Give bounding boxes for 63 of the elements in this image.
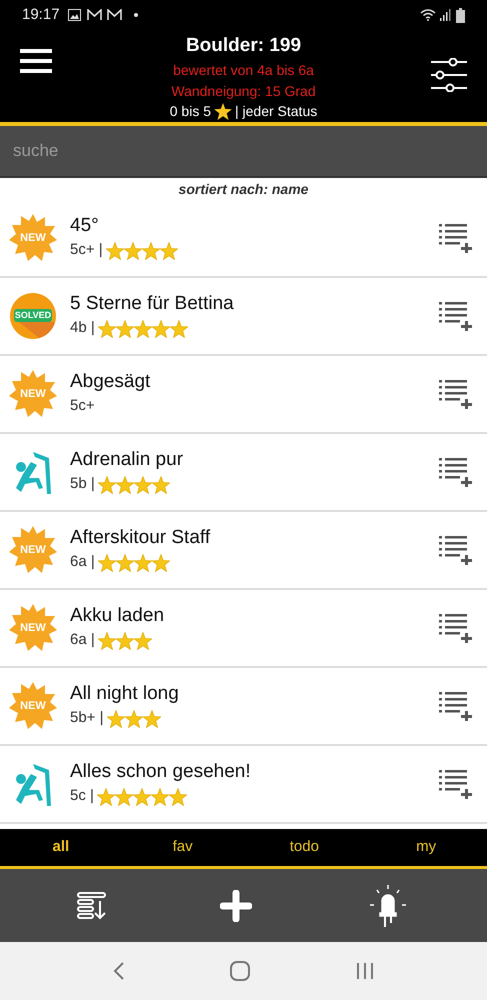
mail-icon bbox=[106, 9, 122, 21]
grade-text: 5c+ bbox=[70, 396, 95, 416]
filter-tab[interactable]: my bbox=[365, 836, 487, 859]
solved-badge-icon bbox=[9, 292, 57, 340]
status-filter-text: | jeder Status bbox=[235, 102, 318, 120]
boulder-name: All night long bbox=[70, 682, 180, 706]
stars-filter-text: 0 bis 5 bbox=[170, 102, 211, 120]
wifi-icon bbox=[420, 9, 436, 21]
mail-icon bbox=[86, 9, 102, 21]
back-button[interactable] bbox=[112, 961, 126, 981]
add-to-list-button[interactable] bbox=[439, 691, 473, 721]
grade-text: 5c+ | bbox=[70, 240, 103, 260]
boulder-name: Adrenalin pur bbox=[70, 448, 184, 472]
new-badge-text: NEW bbox=[19, 387, 47, 401]
recent-apps-button[interactable] bbox=[355, 961, 376, 981]
boulder-name: Afterskitour Staff bbox=[70, 526, 212, 550]
add-to-list-button[interactable] bbox=[439, 769, 473, 799]
add-to-list-button[interactable] bbox=[439, 535, 473, 565]
new-badge-icon bbox=[9, 682, 57, 730]
grade-text: 5b | bbox=[70, 474, 95, 494]
new-badge-text: NEW bbox=[19, 699, 47, 713]
angle-filter-text: Wandneigung: 15 Grad bbox=[171, 82, 316, 101]
add-button[interactable] bbox=[220, 890, 252, 922]
sort-label: sortiert nach: name bbox=[178, 180, 308, 198]
filter-settings-button[interactable] bbox=[431, 58, 467, 92]
add-to-list-button[interactable] bbox=[439, 223, 473, 253]
image-icon bbox=[68, 9, 81, 21]
add-to-list-button[interactable] bbox=[439, 613, 473, 643]
page-title: Boulder: 199 bbox=[186, 34, 302, 58]
grade-text: 6a | bbox=[70, 630, 95, 650]
add-to-list-button[interactable] bbox=[439, 457, 473, 487]
filter-tab[interactable]: fav bbox=[122, 836, 244, 859]
solved-badge-text: SOLVED bbox=[14, 309, 52, 322]
status-time: 19:17 bbox=[22, 4, 60, 25]
signal-icon bbox=[439, 9, 451, 21]
boulder-name: 45° bbox=[70, 214, 100, 238]
sort-button[interactable] bbox=[76, 890, 108, 922]
star-icon bbox=[214, 102, 232, 120]
new-badge-icon bbox=[9, 604, 57, 652]
search-field[interactable]: suche bbox=[0, 126, 487, 178]
boulder-name: Akku laden bbox=[70, 604, 166, 628]
filter-tab[interactable]: all bbox=[0, 836, 122, 859]
grade-filter-text: bewertet von 4a bis 6a bbox=[173, 61, 314, 80]
home-button[interactable] bbox=[229, 961, 252, 981]
add-to-list-button[interactable] bbox=[439, 379, 473, 409]
add-to-list-button[interactable] bbox=[439, 301, 473, 331]
boulder-name: Alles schon gesehen! bbox=[70, 760, 252, 784]
boulder-name: Abgesägt bbox=[70, 370, 152, 394]
grade-text: 5b+ | bbox=[70, 708, 104, 728]
grade-text: 6a | bbox=[70, 552, 95, 572]
new-badge-text: NEW bbox=[19, 231, 47, 245]
new-badge-icon bbox=[9, 214, 57, 262]
new-badge-icon bbox=[9, 370, 57, 418]
filter-tab[interactable]: todo bbox=[244, 836, 366, 859]
new-badge-icon bbox=[9, 526, 57, 574]
new-badge-text: NEW bbox=[19, 621, 47, 635]
grade-text: 4b | bbox=[70, 318, 95, 338]
dot-icon bbox=[134, 13, 138, 17]
battery-icon bbox=[456, 8, 465, 22]
new-badge-text: NEW bbox=[19, 543, 47, 557]
grade-text: 5c | bbox=[70, 786, 94, 806]
menu-button[interactable] bbox=[20, 48, 52, 74]
boulder-name: 5 Sterne für Bettina bbox=[70, 292, 235, 316]
